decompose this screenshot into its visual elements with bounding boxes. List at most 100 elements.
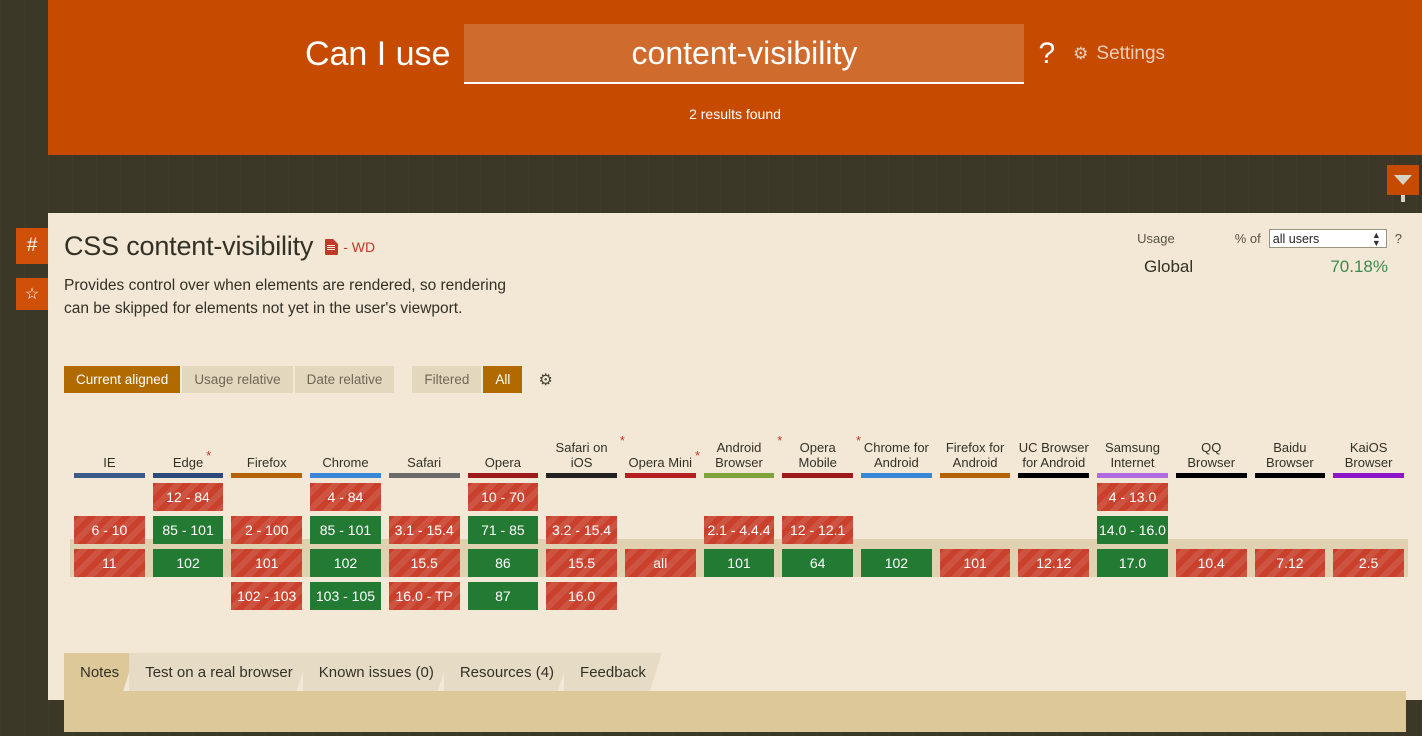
question-mark: ? — [1038, 37, 1056, 70]
version-cell — [940, 516, 1011, 544]
version-cell-current[interactable]: 102 — [310, 549, 381, 577]
version-cell[interactable]: 85 - 101 — [152, 516, 224, 544]
browser-name: Android Browser * — [715, 433, 783, 470]
usage-scope-value: all users — [1272, 231, 1320, 246]
favorite-button[interactable]: ☆ — [16, 278, 48, 310]
version-cell — [861, 516, 932, 544]
site-header: Can I use ? ⚙ Settings 2 results found — [48, 0, 1422, 155]
hash-icon: # — [26, 235, 38, 256]
column-header: Safari on iOS * — [546, 405, 625, 473]
seg-button-usage-relative[interactable]: Usage relative — [182, 366, 295, 393]
brand-color-bar — [74, 473, 145, 478]
column-header: QQ Browser — [1176, 405, 1247, 473]
version-cell[interactable]: 3.2 - 15.4 — [546, 516, 617, 544]
usage-scope-select[interactable]: all users ▲ ▼ — [1268, 229, 1387, 248]
brand-color-bar — [310, 473, 381, 478]
version-cell — [231, 483, 302, 511]
tab-feedback[interactable]: Feedback — [564, 653, 662, 691]
version-cell — [1333, 483, 1404, 511]
version-cell[interactable]: 87 — [467, 582, 539, 610]
version-cell-current[interactable]: 101 — [939, 549, 1011, 577]
seg-button-current-aligned[interactable]: Current aligned — [64, 366, 183, 393]
version-cell[interactable]: 12 - 84 — [152, 483, 224, 511]
filter-button[interactable] — [1387, 165, 1419, 202]
version-cell-current[interactable]: all — [624, 549, 696, 577]
tab-test-on-a-real-browser[interactable]: Test on a real browser — [129, 653, 309, 691]
version-cell[interactable]: 71 - 85 — [467, 516, 539, 544]
version-cell-current[interactable]: 102 — [861, 549, 932, 577]
browser-name: Firefox for Android — [945, 440, 1005, 470]
version-cell-current[interactable]: 17.0 — [1097, 549, 1168, 577]
version-cell-current[interactable]: 101 — [703, 549, 775, 577]
version-cell[interactable]: 14.0 - 16.0 — [1097, 516, 1168, 544]
version-cell-current[interactable]: 86 — [467, 549, 539, 577]
browser-column-chrome: Chrome 4 - 84 85 - 101 102 103 - 105 — [306, 405, 385, 610]
settings-button[interactable]: ⚙ Settings — [1073, 43, 1165, 65]
seg-button-all[interactable]: All — [483, 366, 525, 393]
version-cell — [861, 582, 932, 610]
column-header: Safari — [389, 405, 460, 473]
version-cell — [1018, 582, 1089, 610]
version-cell — [625, 516, 696, 544]
version-cell[interactable]: 103 - 105 — [310, 582, 381, 610]
version-cell[interactable]: 16.0 — [546, 582, 617, 610]
version-cell[interactable]: 4 - 84 — [310, 483, 381, 511]
version-cell[interactable]: 10 - 70 — [467, 483, 539, 511]
version-cell[interactable]: 85 - 101 — [310, 516, 381, 544]
tab-known-issues-0-[interactable]: Known issues (0) — [303, 653, 450, 691]
usage-scope-label: Global — [1144, 257, 1194, 276]
version-cell-current[interactable]: 64 — [782, 549, 854, 577]
toolbar-strip — [48, 155, 1422, 213]
usage-help-icon[interactable]: ? — [1395, 231, 1402, 246]
version-cell-current[interactable]: 15.5 — [388, 549, 460, 577]
version-cell[interactable]: 2.1 - 4.4.4 — [703, 516, 775, 544]
seg-button-date-relative[interactable]: Date relative — [294, 366, 397, 393]
version-cell-current[interactable]: 11 — [74, 549, 145, 577]
version-cell-current[interactable]: 10.4 — [1175, 549, 1247, 577]
column-header: Android Browser * — [704, 405, 783, 473]
browser-column-baidu-browser: Baidu Browser 7.12 — [1251, 405, 1330, 610]
usage-panel: Usage % of all users ▲ ▼ ? Global 70.18% — [1112, 229, 1402, 277]
version-cell[interactable]: 4 - 13.0 — [1097, 483, 1168, 511]
version-cell[interactable]: 2 - 100 — [231, 516, 303, 544]
browser-name: Baidu Browser — [1266, 440, 1314, 470]
version-cell — [782, 582, 853, 610]
document-icon — [325, 239, 339, 255]
brand-color-bar — [861, 473, 932, 478]
gear-icon[interactable]: ⚙ — [538, 370, 552, 390]
version-cell[interactable]: 16.0 - TP — [388, 582, 460, 610]
version-cell-current[interactable]: 7.12 — [1254, 549, 1326, 577]
percent-of-label: % of — [1234, 231, 1261, 246]
column-header: Edge * — [153, 405, 224, 473]
brand-color-bar — [1175, 473, 1247, 478]
version-cell-current[interactable]: 2.5 — [1333, 549, 1404, 577]
browser-column-opera-mini: Opera Mini * all — [621, 405, 700, 610]
version-cell-current[interactable]: 15.5 — [546, 549, 617, 577]
tab-resources-4-[interactable]: Resources (4) — [444, 653, 570, 691]
usage-label: Usage — [1137, 231, 1175, 246]
search-input[interactable] — [464, 24, 1025, 84]
version-cell[interactable]: 6 - 10 — [74, 516, 145, 544]
version-cell[interactable]: 102 - 103 — [231, 582, 303, 610]
version-cell-current[interactable]: 102 — [152, 549, 224, 577]
browser-column-chrome-for-android: Chrome for Android 102 — [857, 405, 936, 610]
column-header: KaiOS Browser — [1333, 405, 1404, 473]
browser-name: Chrome for Android — [863, 440, 929, 470]
browser-column-qq-browser: QQ Browser 10.4 — [1172, 405, 1251, 610]
results-count: 2 results found — [689, 106, 781, 122]
version-cell[interactable]: 3.1 - 15.4 — [388, 516, 460, 544]
version-cell — [1176, 582, 1247, 610]
note-asterisk-icon: * — [206, 448, 212, 463]
version-cell-current[interactable]: 101 — [231, 549, 303, 577]
spec-status-label: - WD — [343, 239, 376, 255]
version-cell-current[interactable]: 12.12 — [1018, 549, 1090, 577]
version-cell — [153, 582, 224, 610]
permalink-button[interactable]: # — [16, 228, 48, 264]
browser-name: Firefox — [246, 455, 287, 470]
version-cell[interactable]: 12 - 12.1 — [782, 516, 854, 544]
page-title: Can I use — [304, 34, 451, 73]
tab-notes[interactable]: Notes — [64, 653, 135, 691]
seg-button-filtered[interactable]: Filtered — [412, 366, 484, 393]
column-header: Opera Mobile * — [782, 405, 862, 473]
browser-name: QQ Browser — [1187, 440, 1236, 470]
